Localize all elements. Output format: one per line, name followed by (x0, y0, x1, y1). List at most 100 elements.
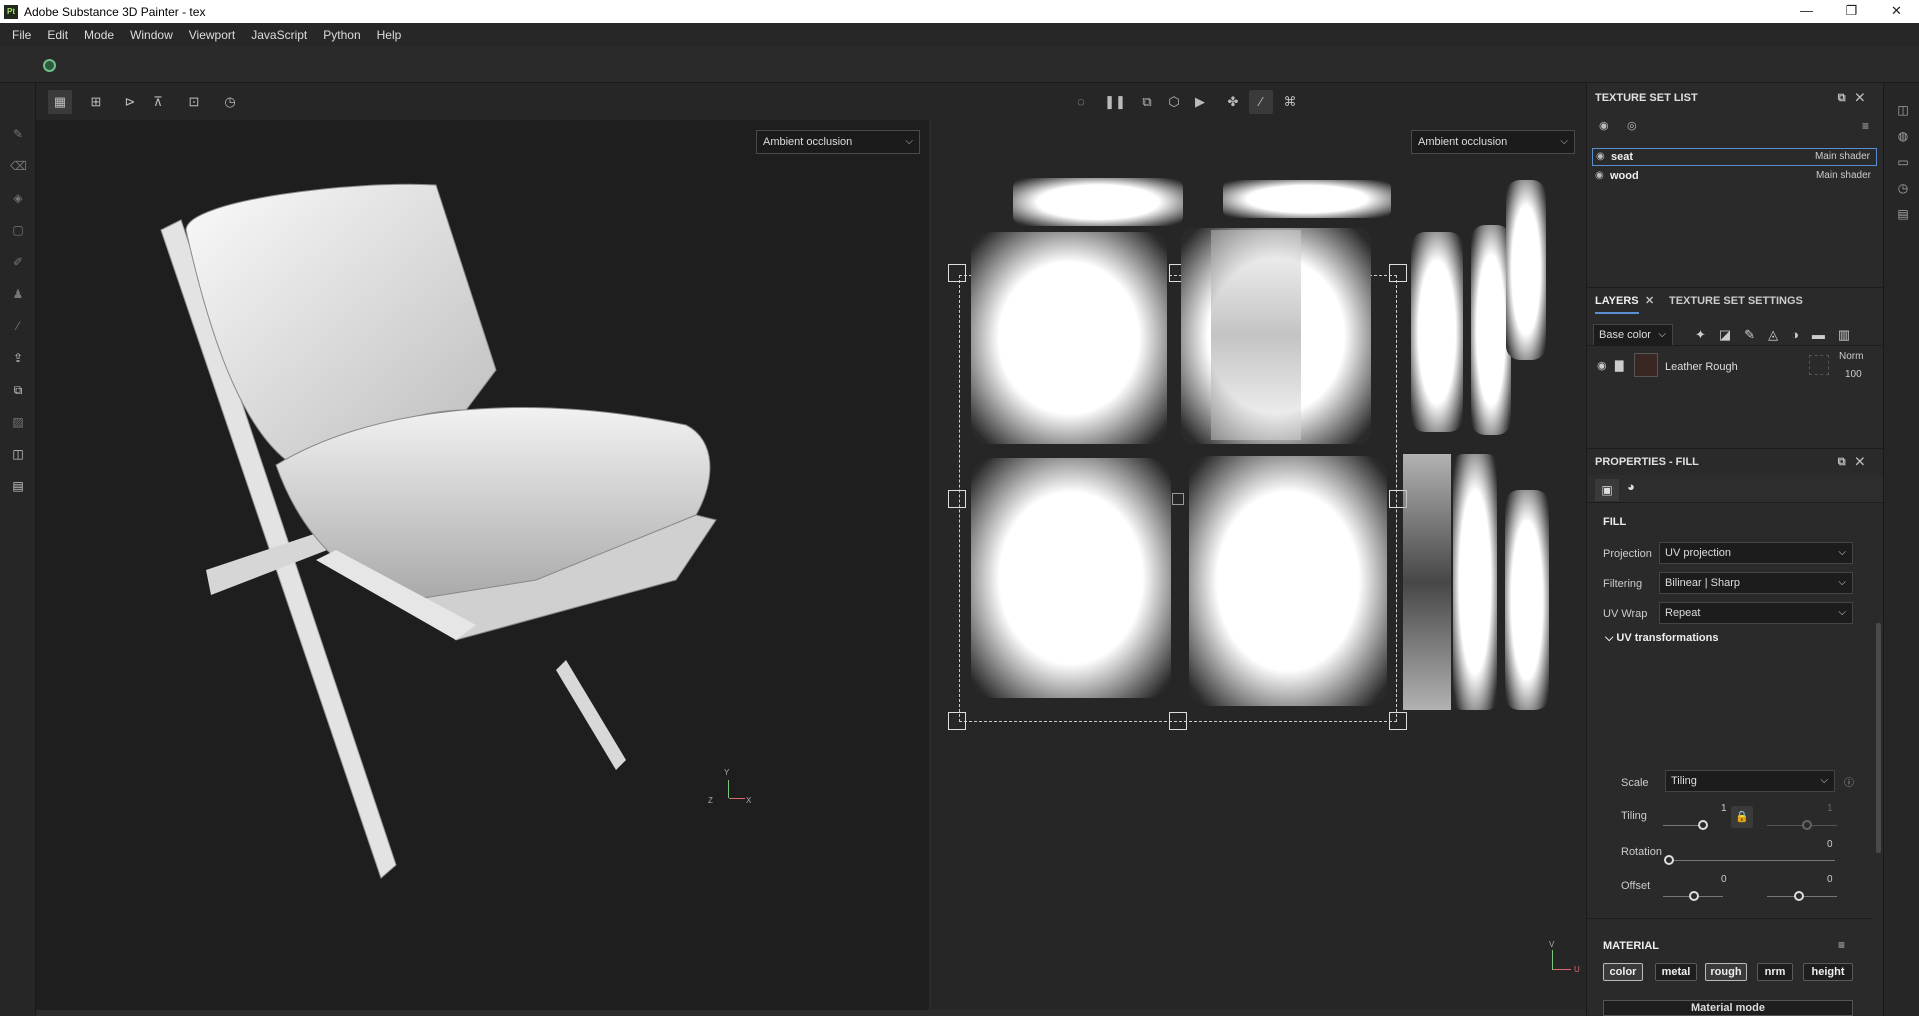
filtering-dropdown[interactable]: Bilinear | Sharp ⌵ (1659, 572, 1853, 594)
tab-layers[interactable]: LAYERS (1595, 288, 1639, 314)
uv-tool-icon[interactable]: ▨ (10, 415, 26, 429)
menu-bar: File Edit Mode Window Viewport JavaScrip… (0, 23, 1919, 46)
menu-mode[interactable]: Mode (76, 28, 122, 42)
axis-v-line (1552, 950, 1553, 970)
offset-x-knob[interactable] (1689, 891, 1699, 901)
menu-icon[interactable]: ≡ (1862, 119, 1869, 133)
texture-set-seat[interactable]: ◉ seat Main shader (1592, 148, 1877, 166)
properties-title: PROPERTIES - FILL (1595, 456, 1699, 468)
smudge-icon[interactable]: ✐ (10, 255, 26, 269)
material-metal-button[interactable]: metal (1655, 963, 1697, 981)
close-button[interactable]: ✕ (1874, 0, 1919, 23)
menu-javascript[interactable]: JavaScript (243, 28, 315, 42)
annotation-icon[interactable]: ◫ (10, 447, 26, 461)
properties-scrollbar[interactable] (1876, 623, 1881, 853)
visibility-toggle-icon[interactable]: ◉ (1599, 119, 1609, 132)
split-view-icon[interactable]: ⧉ (1135, 90, 1159, 114)
menu-icon[interactable]: ≡ (1838, 938, 1845, 952)
pause-icon[interactable]: ❚❚ (1103, 90, 1127, 114)
menu-file[interactable]: File (4, 28, 39, 42)
lock-icon[interactable]: 🔒 (1731, 806, 1753, 828)
material-rough-button[interactable]: rough (1705, 963, 1747, 981)
material-color-button[interactable]: color (1603, 963, 1643, 981)
viewer-settings-icon[interactable]: ◫ (1895, 103, 1911, 117)
rotation-slider-track[interactable] (1665, 860, 1835, 861)
rotation-slider-knob[interactable] (1664, 855, 1674, 865)
panel-controls[interactable]: ⧉✕ (1838, 449, 1874, 475)
log-icon[interactable]: ▤ (1895, 207, 1911, 221)
layer-row[interactable]: ◉ ▇ Leather Rough Norm 100 (1587, 349, 1884, 385)
menu-edit[interactable]: Edit (39, 28, 76, 42)
app-logo: Pt (4, 4, 18, 19)
texture-set-wood[interactable]: ◉ wood Main shader (1592, 168, 1877, 186)
projection-dropdown[interactable]: UV projection ⌵ (1659, 542, 1853, 564)
export-icon[interactable]: ⇪ (10, 351, 26, 365)
eye-icon[interactable]: ◉ (1595, 168, 1604, 184)
bake-icon[interactable]: ⧉ (10, 383, 26, 397)
texture-set-shader: Main shader (1815, 170, 1871, 181)
geometry-mask-icon[interactable]: ▢ (10, 223, 26, 237)
eye-icon[interactable]: ◉ (1597, 359, 1607, 372)
material-nrm-button[interactable]: nrm (1757, 963, 1793, 981)
clone-stamp-icon[interactable]: ♟ (10, 287, 26, 301)
mirror-y-icon[interactable]: ⊼ (146, 90, 170, 114)
tiling-slider-knob[interactable] (1698, 820, 1708, 830)
eye-icon[interactable]: ◉ (1596, 149, 1605, 165)
material-height-button[interactable]: height (1803, 963, 1853, 981)
history-icon[interactable]: ◷ (218, 90, 242, 114)
effects-icon[interactable]: ✤ (1221, 90, 1245, 114)
fit-view-icon[interactable]: ⊡ (182, 90, 206, 114)
tiling-slider-2-knob[interactable] (1802, 820, 1812, 830)
scale-dropdown[interactable]: Tiling ⌵ (1665, 770, 1835, 792)
mask-slot[interactable] (1809, 355, 1829, 375)
texture-set-name: wood (1610, 170, 1639, 182)
tiling-slider-track[interactable] (1663, 825, 1703, 826)
assets-icon[interactable]: ▤ (10, 479, 26, 493)
3d-viewport[interactable]: Ambient occlusion ⌵ Y X Z (36, 120, 929, 1010)
chevron-down-icon: ⌵ (1838, 577, 1846, 588)
blend-mode[interactable]: Norm (1839, 351, 1863, 362)
close-icon[interactable]: ✕ (1645, 288, 1654, 314)
channel-dropdown[interactable]: Base color ⌵ (1593, 324, 1673, 346)
maximize-button[interactable]: ❐ (1829, 0, 1874, 23)
panel-controls[interactable]: ⧉✕ (1838, 85, 1874, 111)
cube-icon[interactable]: ⬡ (1162, 90, 1186, 114)
axis-x-line (729, 798, 745, 799)
projection-icon[interactable]: ◈ (10, 191, 26, 205)
material-mode-button[interactable]: Material mode (1603, 1000, 1853, 1016)
tab-texture-set-settings[interactable]: TEXTURE SET SETTINGS (1669, 288, 1803, 314)
menu-help[interactable]: Help (369, 28, 410, 42)
eye-icon[interactable]: ◎ (1627, 119, 1637, 132)
shelf-icon[interactable]: ▭ (1895, 155, 1911, 169)
uv-viewport[interactable]: Ambient occlusion ⌵ V U (931, 120, 1586, 1010)
eraser-icon[interactable]: ⌫ (10, 159, 27, 173)
screenshot-camera-icon[interactable]: ⌘ (1278, 90, 1302, 114)
chevron-down-icon: ⌵ (1838, 607, 1846, 618)
offset-y-knob[interactable] (1794, 891, 1804, 901)
minimize-button[interactable]: — (1784, 0, 1829, 23)
layer-tools[interactable]: ✦◪✎◬◑▬▥ (1695, 327, 1863, 343)
brush-icon[interactable]: ⁄ (1249, 90, 1273, 114)
material-icon[interactable]: ◕ (1627, 479, 1635, 494)
tiling-value: 1 (1721, 803, 1727, 814)
menu-window[interactable]: Window (122, 28, 181, 42)
hide-uv-icon[interactable]: ◌ (1069, 90, 1093, 114)
grid-icon[interactable]: ▦ (48, 90, 72, 114)
plugin-icon[interactable] (43, 59, 56, 72)
material-title: MATERIAL (1603, 940, 1660, 952)
layer-opacity[interactable]: 100 (1845, 369, 1862, 380)
paint-brush-icon[interactable]: ✎ (10, 127, 26, 141)
camera-view-icon[interactable]: ▶ (1188, 90, 1212, 114)
display-settings-icon[interactable]: ◍ (1895, 129, 1911, 143)
info-icon[interactable]: ⓘ (1844, 774, 1854, 789)
fill-settings-icon[interactable]: ▣ (1595, 479, 1619, 501)
color-picker-icon[interactable]: ⁄ (10, 319, 26, 333)
uv-transformations-toggle[interactable]: ⌵ UV transformations (1605, 632, 1718, 645)
tile-grid-icon[interactable]: ⊞ (84, 90, 108, 114)
section-fill: FILL (1603, 516, 1627, 528)
menu-python[interactable]: Python (315, 28, 368, 42)
menu-viewport[interactable]: Viewport (181, 28, 243, 42)
uv-wrap-dropdown[interactable]: Repeat ⌵ (1659, 602, 1853, 624)
history-icon[interactable]: ◷ (1895, 181, 1911, 195)
mirror-x-icon[interactable]: ⊳ (118, 90, 142, 114)
